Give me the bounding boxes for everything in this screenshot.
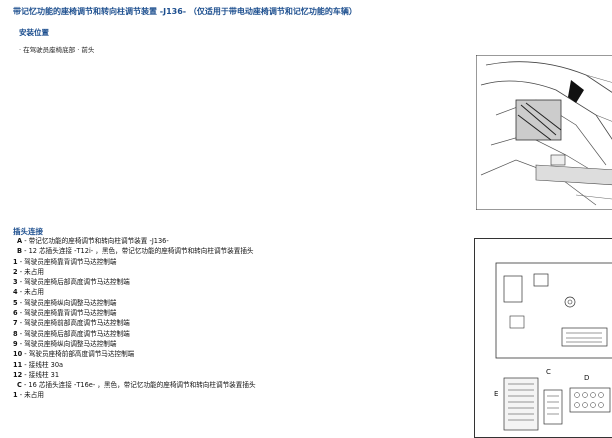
- install-location-heading: 安装位置: [19, 27, 49, 38]
- label-c: C: [546, 368, 551, 376]
- list-item: 2 - 未占用: [13, 267, 256, 277]
- list-item: 1 - 驾驶员座椅靠背调节马达控制端: [13, 257, 256, 267]
- install-location-note: · 在驾驶员座椅底部 · 前头: [19, 44, 94, 54]
- list-item: C - 16 芯插头连接 -T16e- ，黑色，带记忆功能的座椅调节和转向柱调节…: [13, 380, 256, 390]
- connector-diagram: C D E: [474, 238, 612, 438]
- connector-list: A - 带记忆功能的座椅调节和转向柱调节装置 -J136- B - 12 芯插头…: [13, 236, 256, 401]
- label-d: D: [584, 374, 589, 382]
- list-item: 3 - 驾驶员座椅后部高度调节马达控制端: [13, 277, 256, 287]
- label-e: E: [494, 390, 498, 398]
- list-item: A - 带记忆功能的座椅调节和转向柱调节装置 -J136-: [13, 236, 256, 246]
- list-item: 10 - 驾驶员座椅前部高度调节马达控制端: [13, 349, 256, 359]
- list-item: 5 - 驾驶员座椅纵向调整马达控制端: [13, 298, 256, 308]
- list-item: 1 - 未占用: [13, 390, 256, 400]
- list-item: 12 - 接线柱 31: [13, 370, 256, 380]
- list-item: 4 - 未占用: [13, 287, 256, 297]
- list-item: 9 - 驾驶员座椅纵向调整马达控制端: [13, 339, 256, 349]
- list-item: 7 - 驾驶员座椅前部高度调节马达控制端: [13, 318, 256, 328]
- installation-figure: [476, 55, 612, 210]
- list-item: 11 - 接线柱 30a: [13, 360, 256, 370]
- list-item: 8 - 驾驶员座椅后部高度调节马达控制端: [13, 329, 256, 339]
- list-item: B - 12 芯插头连接 -T12i- ，黑色，带记忆功能的座椅调节和转向柱调节…: [13, 246, 256, 256]
- page-title: 带记忆功能的座椅调节和转向柱调节装置 -J136- （仅适用于带电动座椅调节和记…: [13, 6, 357, 17]
- list-item: 6 - 驾驶员座椅靠背调节马达控制端: [13, 308, 256, 318]
